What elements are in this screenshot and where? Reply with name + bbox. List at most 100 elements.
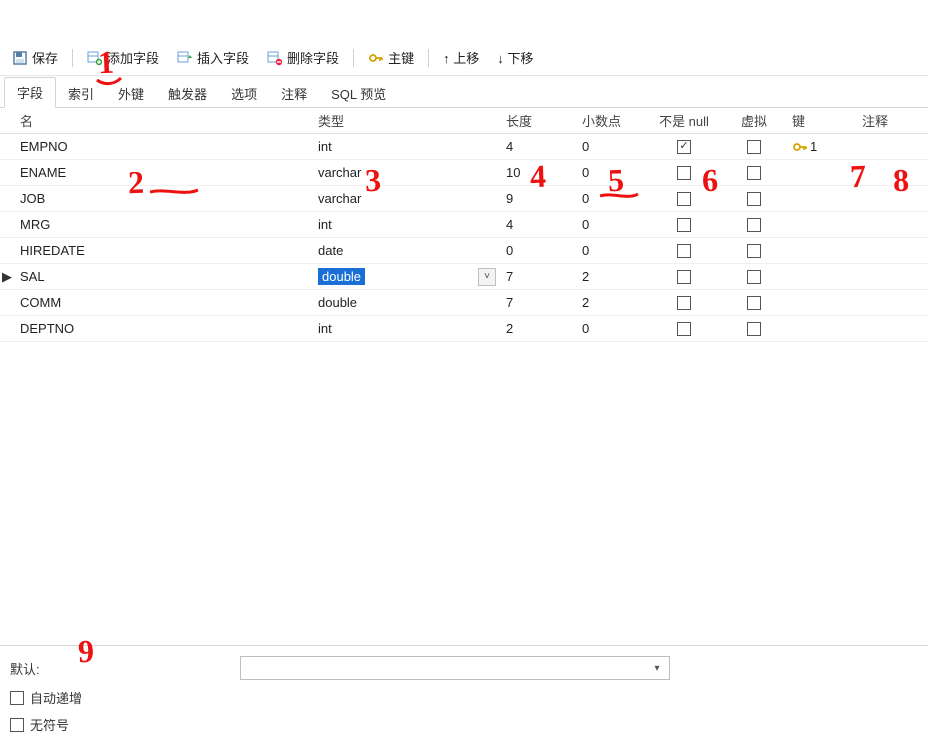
delete-field-button[interactable]: 删除字段 <box>261 46 345 69</box>
virtual-checkbox[interactable] <box>747 140 761 154</box>
virtual-checkbox[interactable] <box>747 296 761 310</box>
col-virtual[interactable]: 虚拟 <box>722 108 786 133</box>
chevron-down-icon[interactable]: ˅ <box>478 268 496 286</box>
cell-decimals[interactable]: 2 <box>576 290 646 315</box>
table-row[interactable]: JOBvarchar90 <box>0 186 928 212</box>
cell-comment[interactable] <box>856 316 928 341</box>
virtual-checkbox[interactable] <box>747 270 761 284</box>
not-null-checkbox[interactable] <box>677 270 691 284</box>
tab-0[interactable]: 字段 <box>4 77 56 108</box>
primary-key-button[interactable]: 主键 <box>362 46 420 69</box>
cell-virtual[interactable] <box>722 264 786 289</box>
virtual-checkbox[interactable] <box>747 322 761 336</box>
cell-key[interactable] <box>786 290 856 315</box>
cell-decimals[interactable]: 0 <box>576 212 646 237</box>
col-length[interactable]: 长度 <box>500 108 576 133</box>
cell-type[interactable]: date <box>312 238 500 263</box>
cell-decimals[interactable]: 0 <box>576 316 646 341</box>
cell-virtual[interactable] <box>722 134 786 159</box>
default-combo[interactable]: ▾ <box>240 656 670 680</box>
not-null-checkbox[interactable] <box>677 192 691 206</box>
tab-3[interactable]: 触发器 <box>156 79 219 108</box>
cell-virtual[interactable] <box>722 238 786 263</box>
cell-decimals[interactable]: 0 <box>576 134 646 159</box>
cell-not-null[interactable] <box>646 290 722 315</box>
move-up-button[interactable]: ↑ 上移 <box>437 46 485 69</box>
cell-not-null[interactable] <box>646 160 722 185</box>
table-row[interactable]: EMPNOint40 1 <box>0 134 928 160</box>
cell-not-null[interactable] <box>646 238 722 263</box>
virtual-checkbox[interactable] <box>747 218 761 232</box>
cell-name[interactable]: HIREDATE <box>14 238 312 263</box>
cell-comment[interactable] <box>856 160 928 185</box>
tab-2[interactable]: 外键 <box>106 79 156 108</box>
cell-comment[interactable] <box>856 212 928 237</box>
col-name[interactable]: 名 <box>14 108 312 133</box>
tab-4[interactable]: 选项 <box>219 79 269 108</box>
table-row[interactable]: COMMdouble72 <box>0 290 928 316</box>
cell-type[interactable]: varchar <box>312 186 500 211</box>
cell-not-null[interactable] <box>646 316 722 341</box>
cell-decimals[interactable]: 2 <box>576 264 646 289</box>
cell-not-null[interactable] <box>646 212 722 237</box>
cell-name[interactable]: ENAME <box>14 160 312 185</box>
unsigned-checkbox[interactable] <box>10 718 24 732</box>
cell-key[interactable] <box>786 264 856 289</box>
cell-virtual[interactable] <box>722 290 786 315</box>
cell-not-null[interactable] <box>646 134 722 159</box>
cell-not-null[interactable] <box>646 186 722 211</box>
cell-not-null[interactable] <box>646 264 722 289</box>
cell-length[interactable]: 9 <box>500 186 576 211</box>
insert-field-button[interactable]: 插入字段 <box>171 46 255 69</box>
not-null-checkbox[interactable] <box>677 218 691 232</box>
cell-name[interactable]: DEPTNO <box>14 316 312 341</box>
cell-decimals[interactable]: 0 <box>576 160 646 185</box>
cell-name[interactable]: EMPNO <box>14 134 312 159</box>
not-null-checkbox[interactable] <box>677 244 691 258</box>
not-null-checkbox[interactable] <box>677 140 691 154</box>
col-decimals[interactable]: 小数点 <box>576 108 646 133</box>
cell-key[interactable] <box>786 316 856 341</box>
cell-length[interactable]: 2 <box>500 316 576 341</box>
cell-length[interactable]: 0 <box>500 238 576 263</box>
cell-comment[interactable] <box>856 186 928 211</box>
cell-name[interactable]: COMM <box>14 290 312 315</box>
col-comment[interactable]: 注释 <box>856 108 928 133</box>
cell-key[interactable] <box>786 186 856 211</box>
cell-type[interactable]: double <box>312 290 500 315</box>
cell-decimals[interactable]: 0 <box>576 238 646 263</box>
cell-name[interactable]: SAL <box>14 264 312 289</box>
cell-type[interactable]: int <box>312 134 500 159</box>
col-not-null[interactable]: 不是 null <box>646 108 722 133</box>
auto-increment-checkbox[interactable] <box>10 691 24 705</box>
cell-length[interactable]: 4 <box>500 212 576 237</box>
not-null-checkbox[interactable] <box>677 166 691 180</box>
cell-virtual[interactable] <box>722 212 786 237</box>
tab-1[interactable]: 索引 <box>56 79 106 108</box>
virtual-checkbox[interactable] <box>747 192 761 206</box>
cell-decimals[interactable]: 0 <box>576 186 646 211</box>
cell-type[interactable]: varchar <box>312 160 500 185</box>
col-key[interactable]: 键 <box>786 108 856 133</box>
cell-comment[interactable] <box>856 238 928 263</box>
cell-length[interactable]: 10 <box>500 160 576 185</box>
cell-virtual[interactable] <box>722 186 786 211</box>
cell-virtual[interactable] <box>722 316 786 341</box>
col-type[interactable]: 类型 <box>312 108 500 133</box>
cell-key[interactable] <box>786 160 856 185</box>
not-null-checkbox[interactable] <box>677 296 691 310</box>
cell-comment[interactable] <box>856 134 928 159</box>
table-row[interactable]: ENAMEvarchar100 <box>0 160 928 186</box>
table-row[interactable]: DEPTNOint20 <box>0 316 928 342</box>
virtual-checkbox[interactable] <box>747 166 761 180</box>
cell-name[interactable]: JOB <box>14 186 312 211</box>
not-null-checkbox[interactable] <box>677 322 691 336</box>
cell-type[interactable]: int <box>312 212 500 237</box>
cell-length[interactable]: 4 <box>500 134 576 159</box>
table-row[interactable]: MRGint40 <box>0 212 928 238</box>
tab-6[interactable]: SQL 预览 <box>319 79 398 108</box>
table-row[interactable]: ▶SALdouble˅72 <box>0 264 928 290</box>
move-down-button[interactable]: ↓ 下移 <box>491 46 539 69</box>
cell-comment[interactable] <box>856 264 928 289</box>
cell-key[interactable]: 1 <box>786 134 856 159</box>
